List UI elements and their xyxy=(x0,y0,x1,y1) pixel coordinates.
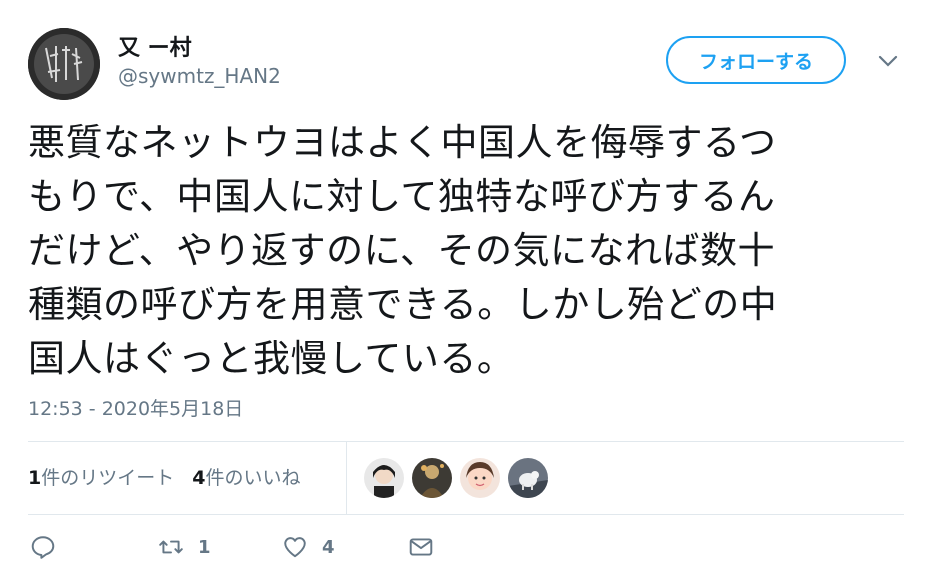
like-button[interactable]: 4 xyxy=(282,534,335,560)
reply-icon xyxy=(31,536,55,559)
retweet-count: 1 xyxy=(198,536,211,558)
likers-avatars xyxy=(364,458,556,498)
avatar[interactable] xyxy=(28,28,100,100)
envelope-icon xyxy=(409,538,433,556)
tweet-line: だけど、やり返すのに、その気になれば数十 xyxy=(28,229,776,272)
heart-icon xyxy=(284,537,306,558)
liker-avatar[interactable] xyxy=(364,458,404,498)
like-count: 4 xyxy=(322,536,335,558)
tweet-actions: 1 4 xyxy=(28,534,628,566)
liker-avatar[interactable] xyxy=(460,458,500,498)
tweet-text: 悪質なネットウヨはよく中国人を侮辱するつ もりで、中国人に対して独特な呼び方するん… xyxy=(28,116,908,386)
stats-separator xyxy=(346,442,347,514)
liker-avatar[interactable] xyxy=(508,458,548,498)
avatar-image xyxy=(28,28,100,100)
chevron-down-icon[interactable] xyxy=(876,52,900,70)
tweet-stats: 1件のリツイート 4件のいいね xyxy=(28,456,319,496)
likes-label: 件のいいね xyxy=(205,466,301,489)
user-handle[interactable]: @sywmtz_HAN2 xyxy=(118,64,281,88)
retweet-button[interactable]: 1 xyxy=(158,534,211,560)
reply-button[interactable] xyxy=(30,534,56,560)
retweet-icon xyxy=(159,540,183,554)
likes-count: 4 xyxy=(192,466,206,489)
divider xyxy=(28,514,904,515)
tweet-line: 悪質なネットウヨはよく中国人を侮辱するつ xyxy=(28,121,777,164)
divider xyxy=(28,441,904,442)
tweet-timestamp[interactable]: 12:53 - 2020年5月18日 xyxy=(28,394,243,421)
liker-avatar[interactable] xyxy=(412,458,452,498)
retweets-label: 件のリツイート xyxy=(41,466,175,489)
follow-button[interactable]: フォローする xyxy=(666,36,846,84)
retweets-count: 1 xyxy=(28,466,42,489)
display-name[interactable]: 又 ー村 xyxy=(118,30,192,62)
tweet-line: もりで、中国人に対して独特な呼び方するん xyxy=(28,175,776,218)
likes-stat[interactable]: 4件のいいね xyxy=(192,463,300,490)
retweets-stat[interactable]: 1件のリツイート xyxy=(28,463,174,490)
tweet-line: 種類の呼び方を用意できる。しかし殆どの中 xyxy=(28,283,778,326)
tweet-line: 国人はぐっと我慢している。 xyxy=(28,337,515,380)
direct-message-button[interactable] xyxy=(408,534,434,560)
